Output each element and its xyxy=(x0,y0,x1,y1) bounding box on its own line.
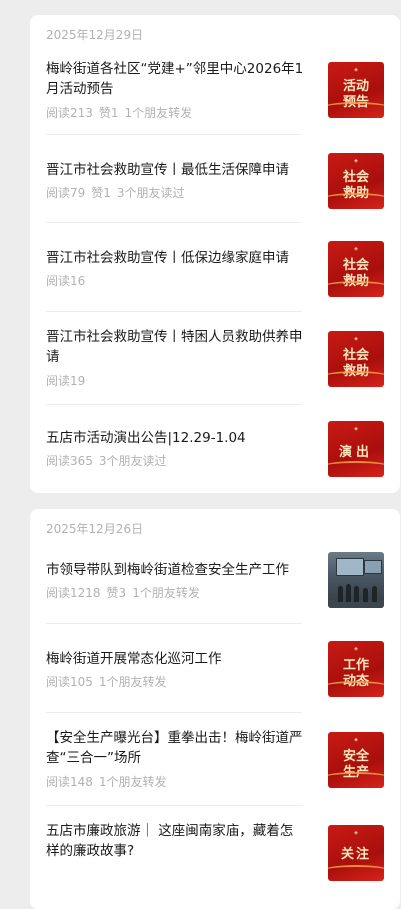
read-count: 阅读148 xyxy=(46,775,93,789)
article-thumbnail[interactable]: ◈ 安全 生产 xyxy=(328,732,384,788)
article-title[interactable]: 五店市廉政旅游｜ 这座闽南家庙，藏着怎样的廉政故事? xyxy=(46,821,304,861)
thumbnail-text: 社会 xyxy=(342,258,369,273)
divider xyxy=(46,222,302,223)
friend-activity: 1个朋友转发 xyxy=(132,586,200,600)
thumbnail-text: 社会 xyxy=(342,170,369,185)
read-count: 阅读105 xyxy=(46,675,93,689)
article-thumbnail[interactable]: ◈ 活动 预告 xyxy=(328,62,384,118)
read-count: 阅读16 xyxy=(46,274,86,288)
article-item[interactable]: 梅岭街道开展常态化巡河工作 阅读105 1个朋友转发 ◈ 工作 动态 xyxy=(46,641,384,709)
article-meta: 阅读365 3个朋友读过 xyxy=(46,452,173,469)
thumbnail-text: 关注 xyxy=(340,847,371,862)
like-count: 赞1 xyxy=(98,106,119,120)
article-item[interactable]: 梅岭街道各社区“党建+”邻里中心2026年1月活动预告 阅读213 赞1 1个朋友转… xyxy=(46,59,384,121)
group-date: 2025年12月29日 xyxy=(46,28,144,42)
article-title[interactable]: 【安全生产曝光台】重拳出击！梅岭街道严查“三合一”场所 xyxy=(46,728,304,768)
article-title[interactable]: 晋江市社会救助宣传丨特困人员救助供养申请 xyxy=(46,327,304,367)
article-thumbnail[interactable]: ◈ 演出 xyxy=(328,421,384,477)
thumbnail-text: 活动 xyxy=(342,79,369,94)
article-item[interactable]: 市领导带队到梅岭街道检查安全生产工作 阅读1218 赞3 1个朋友转发 xyxy=(46,552,384,620)
article-thumbnail-photo[interactable] xyxy=(328,552,384,608)
article-meta: 阅读19 xyxy=(46,372,91,389)
article-group-card: 2025年12月29日 梅岭街道各社区“党建+”邻里中心2026年1月活动预告 … xyxy=(30,15,400,493)
divider xyxy=(46,712,302,713)
friend-activity: 1个朋友转发 xyxy=(98,675,167,689)
article-meta: 阅读16 xyxy=(46,272,91,289)
article-item[interactable]: 晋江市社会救助宣传丨特困人员救助供养申请 阅读19 ◈ 社会 救助 xyxy=(46,327,384,389)
article-title[interactable]: 梅岭街道各社区“党建+”邻里中心2026年1月活动预告 xyxy=(46,59,304,99)
friend-activity: 1个朋友转发 xyxy=(98,775,167,789)
thumbnail-text: 安全 xyxy=(342,749,369,764)
article-title[interactable]: 梅岭街道开展常态化巡河工作 xyxy=(46,649,304,669)
article-thumbnail[interactable]: ◈ 社会 救助 xyxy=(328,153,384,209)
divider xyxy=(46,805,302,806)
read-count: 阅读365 xyxy=(46,454,93,468)
article-item[interactable]: 晋江市社会救助宣传丨最低生活保障申请 阅读79 赞1 3个朋友读过 ◈ 社会 救助 xyxy=(46,153,384,220)
like-count: 赞3 xyxy=(106,586,127,600)
divider xyxy=(46,404,302,405)
friend-activity: 3个朋友读过 xyxy=(98,454,167,468)
read-count: 阅读19 xyxy=(46,374,86,388)
divider xyxy=(46,134,302,135)
article-item[interactable]: 五店市活动演出公告|12.29-1.04 阅读365 3个朋友读过 ◈ 演出 xyxy=(46,421,384,488)
article-title[interactable]: 市领导带队到梅岭街道检查安全生产工作 xyxy=(46,560,304,580)
article-thumbnail[interactable]: ◈ 工作 动态 xyxy=(328,641,384,697)
article-title[interactable]: 晋江市社会救助宣传丨最低生活保障申请 xyxy=(46,160,304,180)
article-meta: 阅读79 赞1 3个朋友读过 xyxy=(46,184,191,201)
read-count: 阅读213 xyxy=(46,106,93,120)
thumbnail-text: 工作 xyxy=(342,658,369,673)
article-title[interactable]: 晋江市社会救助宣传丨低保边缘家庭申请 xyxy=(46,248,304,268)
divider xyxy=(46,311,302,312)
article-item[interactable]: 晋江市社会救助宣传丨低保边缘家庭申请 阅读16 ◈ 社会 救助 xyxy=(46,241,384,308)
thumbnail-text: 社会 xyxy=(342,348,369,363)
article-title[interactable]: 五店市活动演出公告|12.29-1.04 xyxy=(46,428,304,448)
article-item[interactable]: 五店市廉政旅游｜ 这座闽南家庙，藏着怎样的廉政故事? ◈ 关注 xyxy=(46,821,384,881)
article-meta: 阅读105 1个朋友转发 xyxy=(46,673,173,690)
article-meta: 阅读213 赞1 1个朋友转发 xyxy=(46,104,198,121)
friend-activity: 1个朋友转发 xyxy=(124,106,193,120)
like-count: 赞1 xyxy=(91,186,111,200)
article-meta: 阅读148 1个朋友转发 xyxy=(46,773,173,790)
read-count: 阅读79 xyxy=(46,186,86,200)
article-item[interactable]: 【安全生产曝光台】重拳出击！梅岭街道严查“三合一”场所 阅读148 1个朋友转发 … xyxy=(46,728,384,790)
friend-activity: 3个朋友读过 xyxy=(116,186,185,200)
thumbnail-text: 演出 xyxy=(338,445,373,460)
read-count: 阅读1218 xyxy=(46,586,101,600)
article-thumbnail[interactable]: ◈ 社会 救助 xyxy=(328,241,384,297)
article-group-card: 2025年12月26日 市领导带队到梅岭街道检查安全生产工作 阅读1218 赞3 1… xyxy=(30,509,400,909)
divider xyxy=(46,623,302,624)
group-date: 2025年12月26日 xyxy=(46,522,144,536)
article-meta: 阅读1218 赞3 1个朋友转发 xyxy=(46,584,206,601)
article-thumbnail[interactable]: ◈ 社会 救助 xyxy=(328,331,384,387)
article-thumbnail[interactable]: ◈ 关注 xyxy=(328,825,384,881)
